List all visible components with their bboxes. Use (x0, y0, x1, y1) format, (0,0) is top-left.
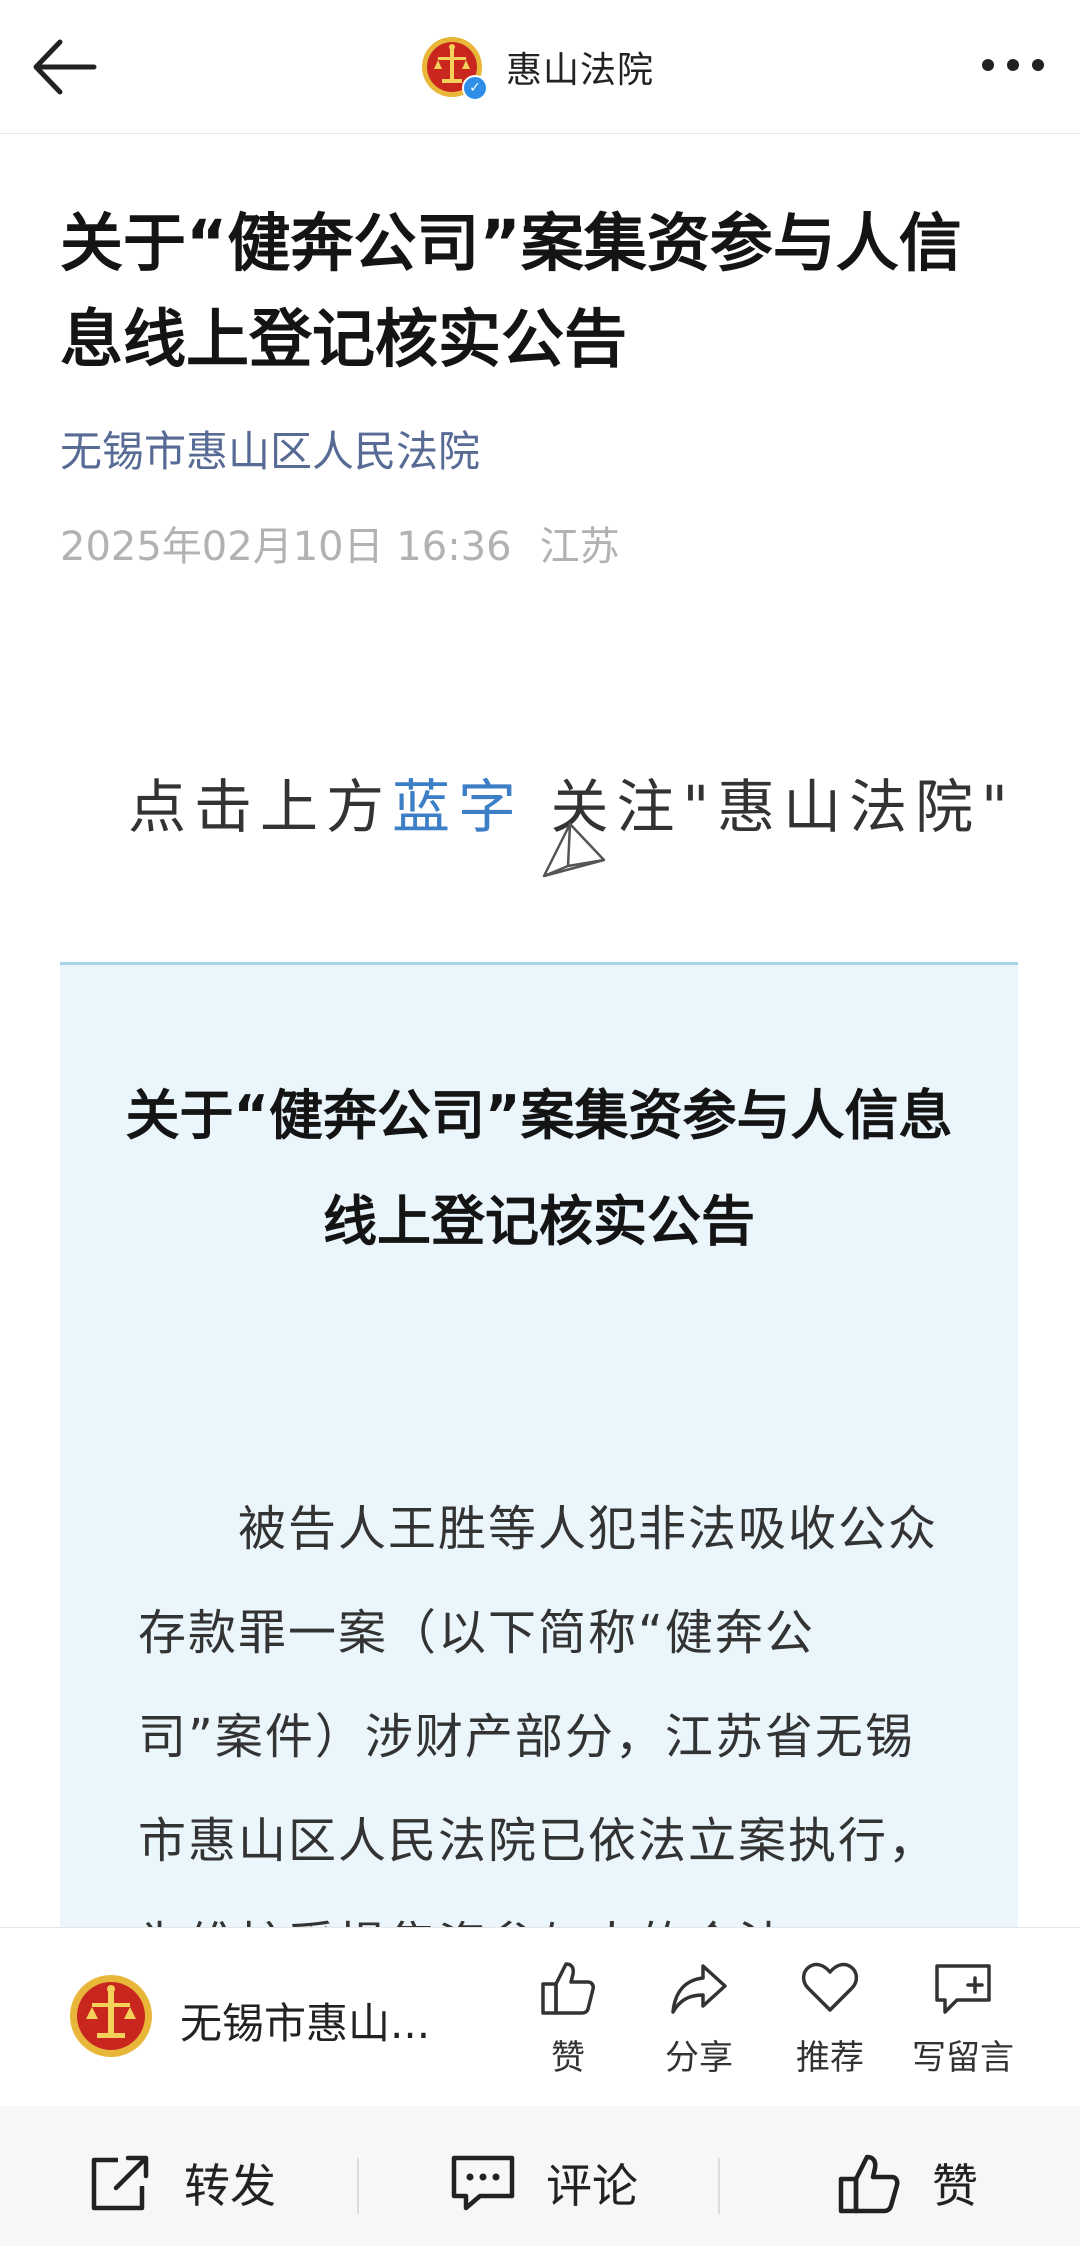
notice-content-box: 关于“健奔公司”案集资参与人信息 线上登记核实公告 被告人王胜等人犯非法吸收公众… (60, 962, 1018, 1945)
publish-date: 2025年02月10日 16:36 (60, 524, 512, 570)
like-action-label: 赞 (551, 2038, 585, 2078)
heart-icon (801, 1962, 859, 2012)
verified-badge-icon: ✓ (462, 75, 488, 101)
bottom-like-label: 赞 (932, 2159, 978, 2213)
account-title[interactable]: 惠山法院 (506, 41, 654, 93)
bottom-divider (718, 2158, 720, 2214)
forward-external-icon (91, 2155, 149, 2211)
article-interaction-bar: 无锡市惠山... 赞 分享 推荐 写留言 (0, 1927, 1080, 2107)
bottom-divider (357, 2158, 359, 2214)
more-options-button[interactable] (978, 50, 1048, 80)
notice-body-text: 被告人王胜等人犯非法吸收公众存款罪一案（以下简称“健奔公司”案件）涉财产部分，江… (138, 1501, 939, 1945)
back-arrow-icon (33, 39, 97, 95)
thumbs-up-icon (838, 2154, 900, 2214)
forward-button[interactable]: 转发 (88, 2148, 276, 2218)
article-source-link[interactable]: 无锡市惠山区人民法院 (60, 418, 480, 479)
publish-location: 江苏 (539, 524, 620, 570)
paper-plane-icon (542, 822, 606, 878)
like-action-button[interactable]: 赞 (503, 1958, 633, 2079)
forward-label: 转发 (184, 2159, 276, 2213)
notice-title-line-1: 关于“健奔公司”案集资参与人信息 (125, 1084, 953, 1147)
account-header[interactable]: ✓ 惠山法院 (420, 34, 654, 101)
account-name[interactable]: 无锡市惠山... (180, 1990, 450, 2051)
top-navigation-bar: ✓ 惠山法院 (0, 0, 1080, 134)
write-comment-action-button[interactable]: 写留言 (898, 1958, 1028, 2079)
follow-banner-highlight: 蓝字 (392, 773, 525, 841)
notice-title-line-2: 线上登记核实公告 (323, 1190, 755, 1253)
share-arrow-icon (671, 1964, 727, 2014)
court-emblem-avatar[interactable]: ✓ (420, 35, 488, 101)
article-title: 关于“健奔公司”案集资参与人信息线上登记核实公告 (60, 207, 962, 376)
comment-bubble-icon (451, 2155, 515, 2211)
recommend-action-label: 推荐 (796, 2038, 864, 2078)
bottom-action-bar: 转发 评论 赞 (0, 2106, 1080, 2246)
write-comment-action-label: 写留言 (912, 2038, 1014, 2078)
bottom-like-button[interactable]: 赞 (836, 2148, 978, 2218)
more-dots-icon (982, 59, 1044, 71)
back-button[interactable] (28, 36, 102, 98)
comment-button[interactable]: 评论 (450, 2148, 638, 2218)
article-meta: 2025年02月10日 16:36 江苏 (60, 514, 620, 572)
recommend-action-button[interactable]: 推荐 (765, 1958, 895, 2079)
notice-title: 关于“健奔公司”案集资参与人信息 线上登记核实公告 (120, 1063, 958, 1275)
court-emblem-icon[interactable] (68, 1973, 154, 2059)
share-action-label: 分享 (665, 2038, 733, 2078)
comment-add-icon (935, 1964, 991, 2014)
comment-label: 评论 (546, 2159, 638, 2213)
thumbs-up-icon (541, 1962, 595, 2015)
follow-banner-prefix: 点击上方 (128, 773, 393, 841)
share-action-button[interactable]: 分享 (634, 1958, 764, 2079)
